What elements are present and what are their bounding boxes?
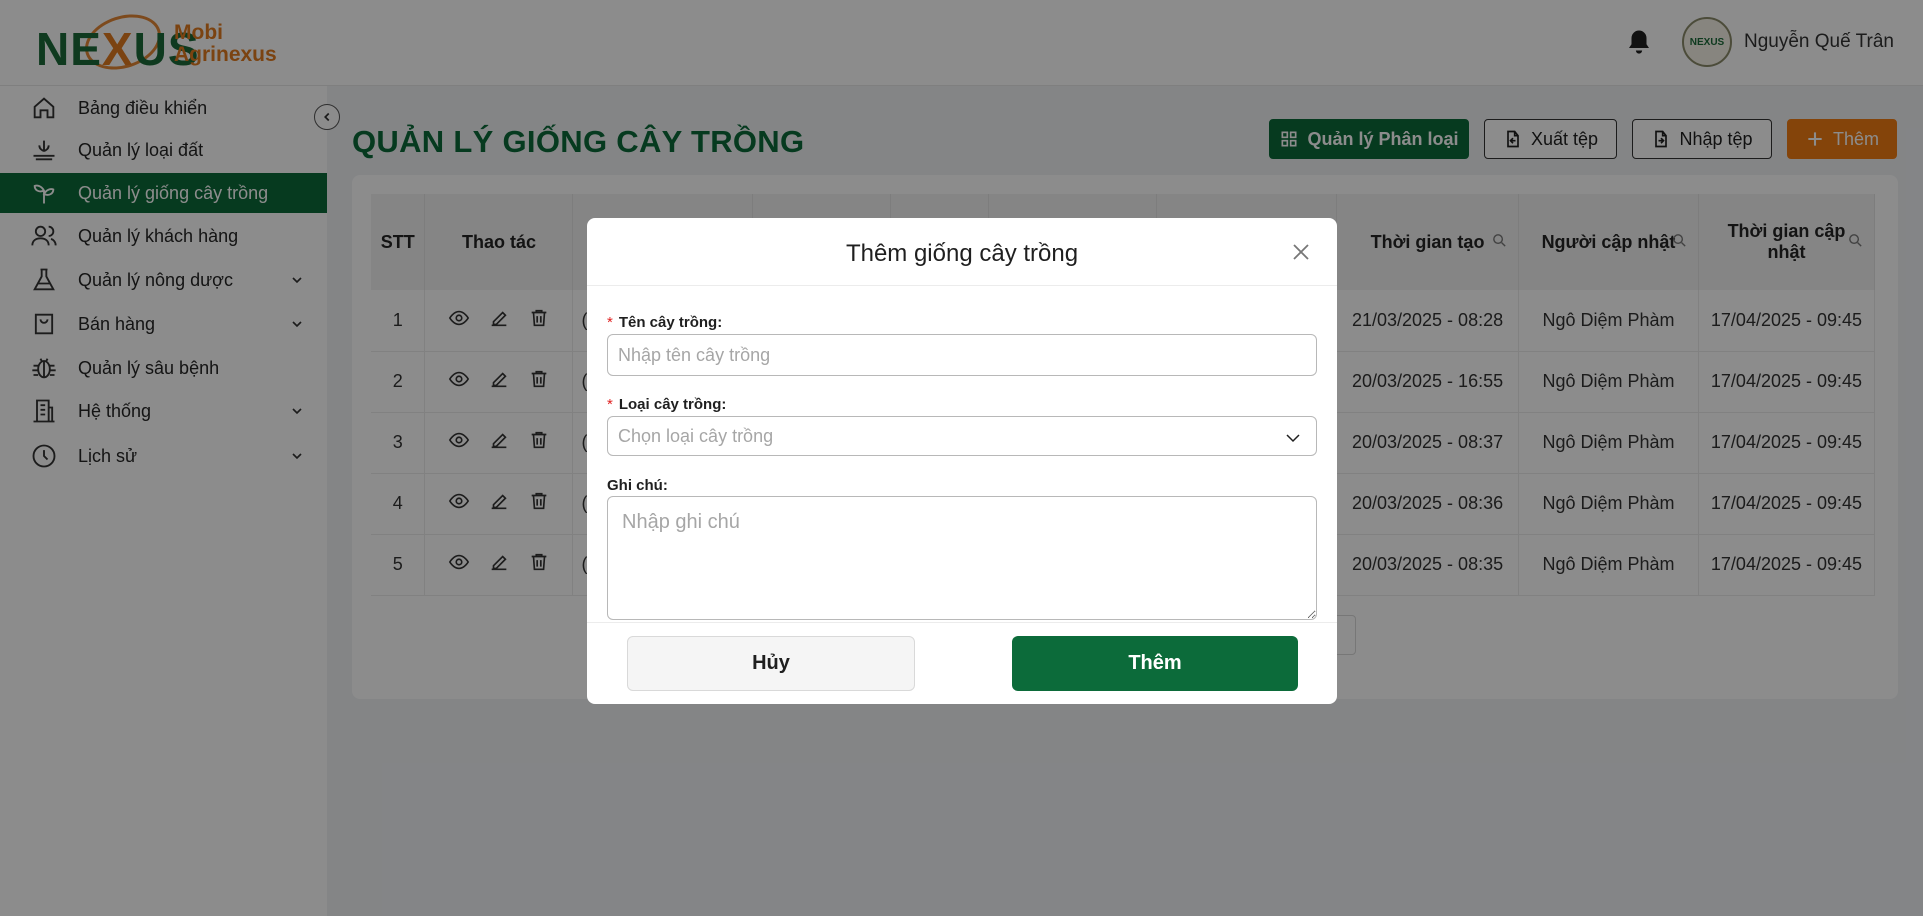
note-label: Ghi chú: [607, 477, 668, 494]
chevron-down-icon [1286, 434, 1300, 443]
modal-footer-divider [587, 622, 1337, 623]
type-select[interactable]: Chọn loại cây trồng [607, 416, 1317, 456]
name-input[interactable] [607, 334, 1317, 376]
modal-divider [587, 285, 1337, 286]
close-icon[interactable] [1289, 240, 1313, 264]
name-label: * Tên cây trồng: [607, 314, 723, 331]
type-label: * Loại cây trồng: [607, 396, 727, 413]
add-variety-modal: Thêm giống cây trồng *Tên cây trồng: *Lo… [587, 218, 1337, 704]
submit-button[interactable]: Thêm [1012, 636, 1298, 691]
modal-title: Thêm giống cây trồng [845, 240, 1079, 267]
note-textarea[interactable] [607, 496, 1317, 620]
cancel-button[interactable]: Hủy [627, 636, 915, 691]
